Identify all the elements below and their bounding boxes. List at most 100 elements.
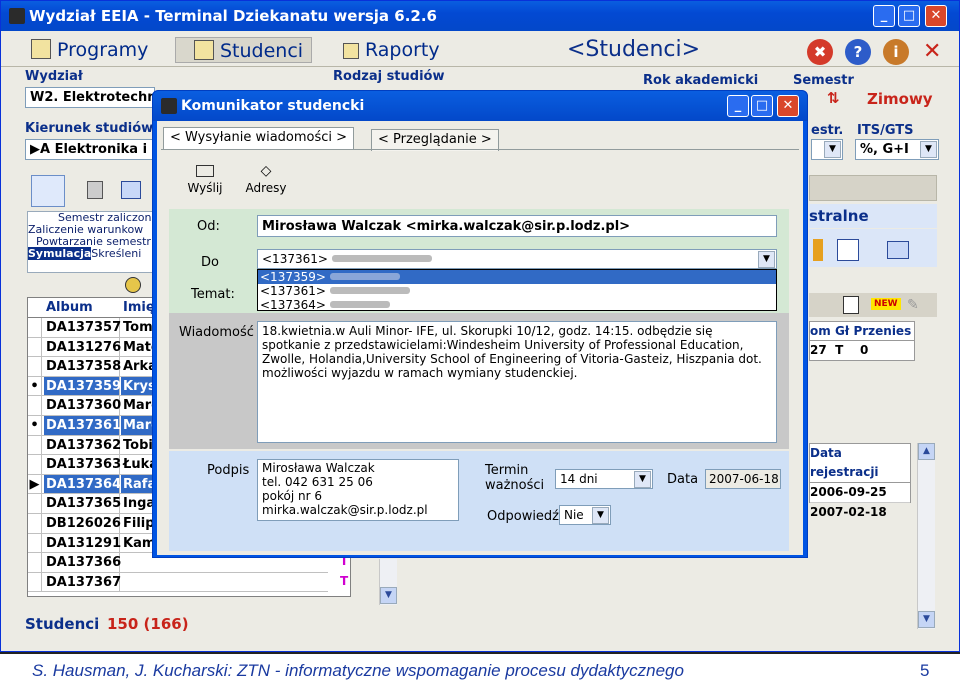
- estr-combo[interactable]: ▼: [811, 139, 843, 160]
- addresses-label: Adresy: [245, 181, 287, 195]
- chevron-down-icon[interactable]: ▼: [592, 507, 609, 524]
- status-list[interactable]: Semestr zaliczon Zaliczenie warunkow Pow…: [27, 211, 153, 273]
- right-grid-header: om Gł Przenies: [810, 322, 914, 341]
- scroll-down-icon[interactable]: ▼: [380, 587, 397, 604]
- do-option[interactable]: <137364>: [258, 298, 776, 312]
- row-marker: [28, 553, 42, 572]
- dialog-title: Komunikator studencki: [181, 98, 365, 114]
- header-panel: Od: Mirosława Walczak <mirka.walczak@sir…: [169, 209, 789, 313]
- podpis-label: Podpis: [207, 463, 250, 478]
- redacted-text: [329, 287, 410, 294]
- footer-rule: [0, 652, 960, 654]
- do-option[interactable]: <137359>: [258, 270, 776, 284]
- its-combo[interactable]: %, G+I ▼: [855, 139, 939, 160]
- redacted-text: [329, 273, 400, 280]
- right-icon-bar: [809, 229, 937, 267]
- menu-studenci[interactable]: Studenci: [175, 37, 313, 63]
- table-row[interactable]: DA137367: [28, 572, 328, 593]
- wydzial-combo[interactable]: W2. Elektrotechnik: [25, 87, 155, 108]
- status-item[interactable]: Skreśleni: [91, 247, 141, 260]
- reg-date[interactable]: 2006-09-25: [810, 483, 910, 503]
- do-option-label: <137359>: [260, 270, 326, 284]
- album-cell: DA131291: [46, 533, 122, 553]
- tab-przegladanie[interactable]: < Przeglądanie >: [371, 129, 499, 151]
- kierunek-arrow-icon: ▶: [30, 142, 40, 157]
- maximize-button[interactable]: □: [898, 5, 920, 27]
- calculator-icon[interactable]: [87, 181, 103, 199]
- row-marker: ▶: [28, 474, 42, 494]
- book-icon: ◇: [260, 163, 272, 179]
- album-cell: DA137361: [44, 416, 122, 435]
- menu-studenci-label: Studenci: [220, 40, 304, 62]
- chevron-down-icon[interactable]: ▼: [758, 251, 775, 268]
- calendar-icon[interactable]: [843, 296, 859, 314]
- album-cell: DA137362: [46, 435, 122, 455]
- current-module: <Studenci>: [567, 37, 701, 62]
- gl-header: Gł: [834, 324, 850, 338]
- do-combo[interactable]: <137361> ▼: [257, 249, 777, 269]
- status-item[interactable]: Symulacja: [28, 247, 92, 260]
- scroll-down-icon[interactable]: ▼: [918, 611, 935, 628]
- grid-scrollbar[interactable]: ▼: [379, 559, 397, 605]
- pencil-icon[interactable]: ✎: [907, 297, 919, 313]
- semester-arrows-icon[interactable]: ⇅: [827, 89, 840, 107]
- termin-combo[interactable]: 14 dni ▼: [555, 469, 653, 489]
- message-panel: Wiadomość 18.kwietnia.w Auli Minor- IFE,…: [169, 313, 789, 449]
- imie-header[interactable]: Imię: [123, 298, 155, 318]
- od-field[interactable]: Mirosława Walczak <mirka.walczak@sir.p.l…: [257, 215, 777, 237]
- redacted-text: [329, 301, 390, 308]
- stop-icon[interactable]: ✖: [807, 39, 833, 65]
- info-icon[interactable]: i: [883, 39, 909, 65]
- dialog-maximize-button[interactable]: □: [751, 95, 773, 117]
- dialog-minimize-button[interactable]: _: [727, 95, 749, 117]
- calculator-grid-icon[interactable]: [31, 175, 65, 207]
- document-person-icon[interactable]: [837, 239, 859, 261]
- window-title: Wydział EEIA - Terminal Dziekanatu wersj…: [29, 7, 437, 25]
- om-header: om: [810, 324, 831, 338]
- do-dropdown-list[interactable]: <137359> <137361> <137364>: [257, 269, 777, 312]
- person-icon[interactable]: [813, 239, 823, 261]
- album-cell: DA137366: [46, 553, 122, 572]
- minimize-button[interactable]: _: [873, 5, 895, 27]
- dialog-close-button[interactable]: ✕: [777, 95, 799, 117]
- list-icon[interactable]: [887, 241, 909, 259]
- close-button[interactable]: ✕: [925, 5, 947, 27]
- menu-raporty[interactable]: Raporty: [343, 37, 440, 63]
- komunikator-dialog: Komunikator studencki _ □ ✕ < Wysyłanie …: [152, 90, 808, 558]
- its-label: ITS/GTS: [857, 123, 914, 138]
- album-header[interactable]: Album: [44, 298, 93, 318]
- reg-date[interactable]: 2007-02-18: [810, 503, 910, 522]
- tab-wysylanie[interactable]: < Wysyłanie wiadomości >: [163, 127, 355, 149]
- signature-field[interactable]: Mirosława Walczak tel. 042 631 25 06 pok…: [257, 459, 459, 521]
- chevron-down-icon[interactable]: ▼: [634, 471, 651, 488]
- right-grid-toolbar: NEW ✎: [809, 293, 937, 317]
- do-label: Do: [201, 255, 219, 270]
- addresses-button[interactable]: ◇ Adresy: [241, 163, 291, 195]
- raporty-icon: [343, 43, 359, 59]
- menu-raporty-label: Raporty: [365, 39, 440, 61]
- message-field[interactable]: 18.kwietnia.w Auli Minor- IFE, ul. Skoru…: [257, 321, 777, 443]
- odpowiedz-combo[interactable]: Nie ▼: [559, 505, 611, 525]
- help-icon[interactable]: ?: [845, 39, 871, 65]
- menu-programy[interactable]: Programy: [31, 37, 148, 63]
- do-option[interactable]: <137361>: [258, 284, 776, 298]
- wiadomosc-label: Wiadomość: [179, 325, 254, 340]
- close-icon[interactable]: ✕: [923, 39, 941, 64]
- chevron-down-icon[interactable]: ▼: [920, 141, 937, 158]
- signature-line: tel. 042 631 25 06: [262, 475, 373, 489]
- right-grid-row[interactable]: 27 T 0: [810, 341, 914, 359]
- lock-icon[interactable]: [125, 277, 141, 293]
- title-bar: Wydział EEIA - Terminal Dziekanatu wersj…: [1, 1, 959, 31]
- right-scrollbar[interactable]: ▲ ▼: [917, 443, 935, 629]
- send-button[interactable]: Wyślij: [185, 165, 225, 195]
- scroll-up-icon[interactable]: ▲: [918, 443, 935, 460]
- album-cell: DA137359: [44, 376, 122, 396]
- kierunek-combo[interactable]: ▶A Elektronika i: [25, 139, 153, 160]
- album-cell: DA137367: [46, 572, 122, 592]
- chevron-down-icon[interactable]: ▼: [824, 141, 841, 158]
- semestr-value: Zimowy: [867, 90, 933, 108]
- rodzaj-label: Rodzaj studiów: [333, 69, 445, 84]
- row-marker: •: [28, 416, 42, 435]
- new-badge[interactable]: NEW: [871, 298, 901, 310]
- stack-icon[interactable]: [121, 181, 141, 199]
